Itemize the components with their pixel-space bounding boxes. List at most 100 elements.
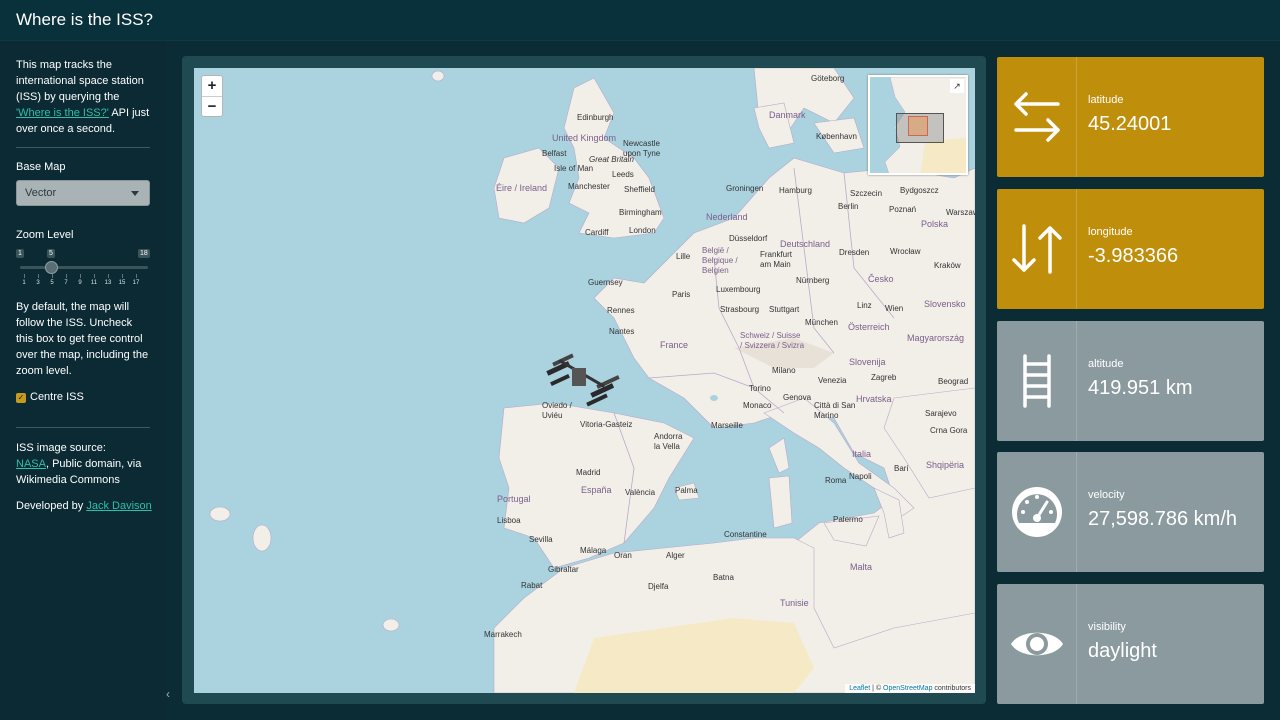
- map-label: België / Belgique / Belgien: [702, 246, 738, 275]
- centre-iss-label[interactable]: Centre ISS: [30, 391, 84, 403]
- zoom-in-button[interactable]: +: [202, 76, 222, 96]
- map-label: Bari: [894, 464, 909, 473]
- slider-tick: [94, 274, 95, 278]
- map-label: Wien: [885, 304, 904, 313]
- slider-tick-label: 15: [118, 280, 126, 286]
- arrows-up-down-icon: [1012, 224, 1062, 274]
- zoom-slider[interactable]: 1 5 18 1 3 5 7 9 11 13 15 17: [16, 247, 152, 287]
- map[interactable]: Göteborg Danmark København Edinburgh Uni…: [194, 68, 975, 693]
- map-label: Marseille: [711, 421, 744, 430]
- map-label: Batna: [713, 573, 734, 582]
- eye-icon: [1011, 632, 1063, 656]
- where-is-iss-link[interactable]: 'Where is the ISS?': [16, 107, 109, 119]
- value-box-value: 419.951 km: [1088, 377, 1193, 399]
- map-label: Palma: [675, 486, 698, 495]
- value-box-value: 27,598.786 km/h: [1088, 508, 1237, 530]
- map-label: København: [816, 132, 857, 141]
- osm-link[interactable]: OpenStreetMap: [883, 685, 932, 692]
- map-label: Gibraltar: [548, 565, 579, 574]
- value-box-value: -3.983366: [1088, 245, 1179, 267]
- map-label: València: [625, 488, 656, 497]
- zoom-out-button[interactable]: −: [202, 97, 222, 117]
- value-box-altitude: altitude 419.951 km: [997, 321, 1264, 441]
- value-box-longitude: longitude -3.983366: [997, 189, 1264, 309]
- chevron-down-icon: [131, 191, 139, 196]
- map-label: Warszaw: [946, 208, 975, 217]
- navbar: Where is the ISS?: [0, 0, 1280, 41]
- slider-track[interactable]: [20, 266, 148, 269]
- map-label: Tunisie: [780, 598, 809, 608]
- map-label: Kraków: [934, 261, 961, 270]
- map-label: München: [805, 318, 838, 327]
- map-label: Manchester: [568, 182, 610, 191]
- map-label: Oviedo / Uviéu: [542, 401, 572, 420]
- map-label: Nürnberg: [796, 276, 830, 285]
- base-map-value: Vector: [25, 187, 57, 199]
- map-label: Venezia: [818, 376, 847, 385]
- map-label: Portugal: [497, 494, 531, 504]
- minimap-toggle-icon[interactable]: ↗: [950, 79, 964, 93]
- map-label: Polska: [921, 219, 949, 229]
- value-box-visibility: visibility daylight: [997, 584, 1264, 704]
- slider-tick-label: 7: [64, 280, 68, 286]
- slider-handle[interactable]: [45, 261, 58, 274]
- slider-tick-label: 9: [78, 280, 82, 286]
- map-label: Göteborg: [811, 74, 845, 83]
- map-label: Slovensko: [924, 299, 966, 309]
- attribution-suffix: contributors: [932, 685, 971, 692]
- map-label: Isle of Man: [554, 164, 594, 173]
- arrows-left-right-icon: [1014, 92, 1060, 142]
- map-label: Shqipëria: [926, 460, 965, 470]
- slider-tick: [66, 274, 67, 278]
- map-label: Rennes: [607, 306, 635, 315]
- centre-iss-checkbox[interactable]: ✓: [16, 393, 26, 403]
- ladder-icon: [1023, 354, 1051, 408]
- map-label: Luxembourg: [716, 285, 761, 294]
- slider-tick-label: 1: [22, 280, 26, 286]
- slider-tick: [136, 274, 137, 278]
- map-label: Edinburgh: [577, 113, 614, 122]
- nasa-link[interactable]: NASA: [16, 458, 46, 470]
- sidebar-collapse-icon[interactable]: ‹: [166, 687, 170, 701]
- leaflet-link[interactable]: Leaflet: [849, 685, 870, 692]
- intro-paragraph: This map tracks the international space …: [16, 57, 152, 137]
- map-label: Stuttgart: [769, 305, 800, 314]
- minimap[interactable]: ↗: [868, 75, 968, 175]
- map-label: Rabat: [521, 581, 543, 590]
- developer-line: Developed by Jack Davison: [16, 498, 152, 514]
- slider-tick: [80, 274, 81, 278]
- map-label: Bydgoszcz: [900, 186, 939, 195]
- map-attribution: Leaflet | © OpenStreetMap contributors: [845, 684, 975, 693]
- developer-link[interactable]: Jack Davison: [86, 500, 151, 512]
- map-label: Napoli: [849, 472, 872, 481]
- value-box-icon-area: [997, 57, 1077, 177]
- map-label: Lille: [676, 252, 691, 261]
- map-label: Slovenija: [849, 357, 886, 367]
- base-map-select[interactable]: Vector: [16, 180, 150, 206]
- value-box-icon-area: [997, 452, 1077, 572]
- zoom-control: + −: [201, 75, 223, 117]
- map-label: Szczecin: [850, 189, 883, 198]
- value-box-title: altitude: [1088, 358, 1124, 370]
- map-label: Cardiff: [585, 228, 609, 237]
- value-box-title: velocity: [1088, 489, 1125, 501]
- map-label: Birmingham: [619, 208, 662, 217]
- map-label: Crna Gora: [930, 426, 968, 435]
- map-label: Djelfa: [648, 582, 669, 591]
- map-label: Genova: [783, 393, 812, 402]
- map-label: Andorra la Vella: [654, 432, 683, 451]
- map-label: Marrakech: [484, 630, 522, 639]
- map-label: Beograd: [938, 377, 969, 386]
- map-label: Milano: [772, 366, 796, 375]
- intro-text: This map tracks the international space …: [16, 59, 144, 103]
- value-box-value: daylight: [1088, 640, 1157, 662]
- map-label: Österreich: [848, 322, 890, 332]
- map-label: Vitoria-Gasteiz: [580, 420, 633, 429]
- map-label: Málaga: [580, 546, 607, 555]
- map-label: Zagreb: [871, 373, 897, 382]
- map-label: Magyarország: [907, 333, 965, 343]
- map-label: Guernsey: [588, 278, 623, 287]
- map-label: España: [581, 485, 612, 495]
- map-label: Monaco: [743, 401, 772, 410]
- map-label: Città di San Marino: [814, 401, 856, 420]
